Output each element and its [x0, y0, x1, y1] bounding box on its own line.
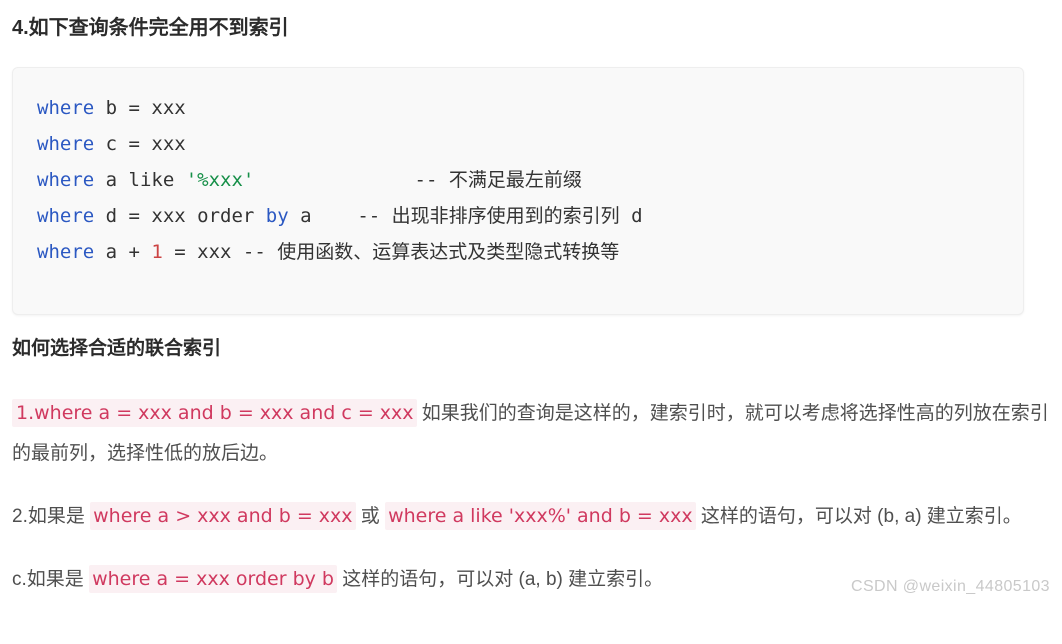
code-line: where d = xxx order by a -- 出现非排序使用到的索引列… [37, 198, 999, 234]
code-token-num: 1 [151, 241, 163, 263]
code-token-cmt: = xxx -- 使用函数、运算表达式及类型隐式转换等 [162, 241, 620, 263]
code-token-cmt: -- 不满足最左前缀 [254, 169, 582, 191]
code-block: where b = xxx where c = xxx where a like '… [12, 67, 1024, 315]
code-line: where a like '%xxx' -- 不满足最左前缀 [37, 162, 999, 198]
paragraph-2-mid: 或 [355, 506, 386, 527]
paragraph-1: 1.where a = xxx and b = xxx and c = xxx … [12, 363, 1050, 474]
code-line: where c = xxx [37, 126, 999, 162]
code-line: where a + 1 = xxx -- 使用函数、运算表达式及类型隐式转换等 [37, 234, 999, 270]
code-token-kw: where [37, 97, 95, 119]
page-title: 4.如下查询条件完全用不到索引 [12, 17, 289, 39]
paragraph-2: 2.如果是 where a > xxx and b = xxx 或 where … [12, 474, 1050, 537]
code-line: where b = xxx [37, 90, 999, 126]
code-token-kw: where [37, 169, 95, 191]
sql-code: where b = xxx where c = xxx where a like '… [37, 90, 999, 270]
inline-code-p1: 1.where a = xxx and b = xxx and c = xxx [12, 399, 417, 427]
code-token-kw: where [37, 205, 95, 227]
code-token-cmt: a -- 出现非排序使用到的索引列 d [288, 205, 643, 227]
code-token-kw: where [37, 133, 95, 155]
code-token-plain: a like [94, 169, 186, 191]
document-page: 4.如下查询条件完全用不到索引 where b = xxx where c = x… [0, 0, 1062, 600]
paragraph-2-suffix: 这样的语句，可以对 (b, a) 建立索引。 [695, 506, 1022, 527]
paragraph-3-suffix: 这样的语句，可以对 (a, b) 建立索引。 [336, 569, 664, 590]
code-block-content: where b = xxx where c = xxx where a like '… [37, 90, 999, 270]
paragraph-3-prefix: c.如果是 [12, 569, 90, 590]
inline-code-p3-a: where a = xxx order by b [89, 565, 337, 593]
code-token-kw: where [37, 241, 95, 263]
inline-code-p2-b: where a like 'xxx%' and b = xxx [385, 502, 696, 530]
subsection-title: 如何选择合适的联合索引 [12, 338, 222, 359]
csdn-watermark: CSDN @weixin_44805103 [851, 578, 1050, 595]
code-token-kw: by [265, 205, 289, 227]
code-token-plain: c = xxx [94, 133, 186, 155]
code-token-plain: d = xxx order [94, 205, 266, 227]
inline-code-p2-a: where a > xxx and b = xxx [90, 502, 356, 530]
code-token-plain: b = xxx [94, 97, 186, 119]
code-token-plain: a + [94, 241, 152, 263]
code-token-str: '%xxx' [185, 169, 255, 191]
paragraph-2-prefix: 2.如果是 [12, 506, 91, 527]
